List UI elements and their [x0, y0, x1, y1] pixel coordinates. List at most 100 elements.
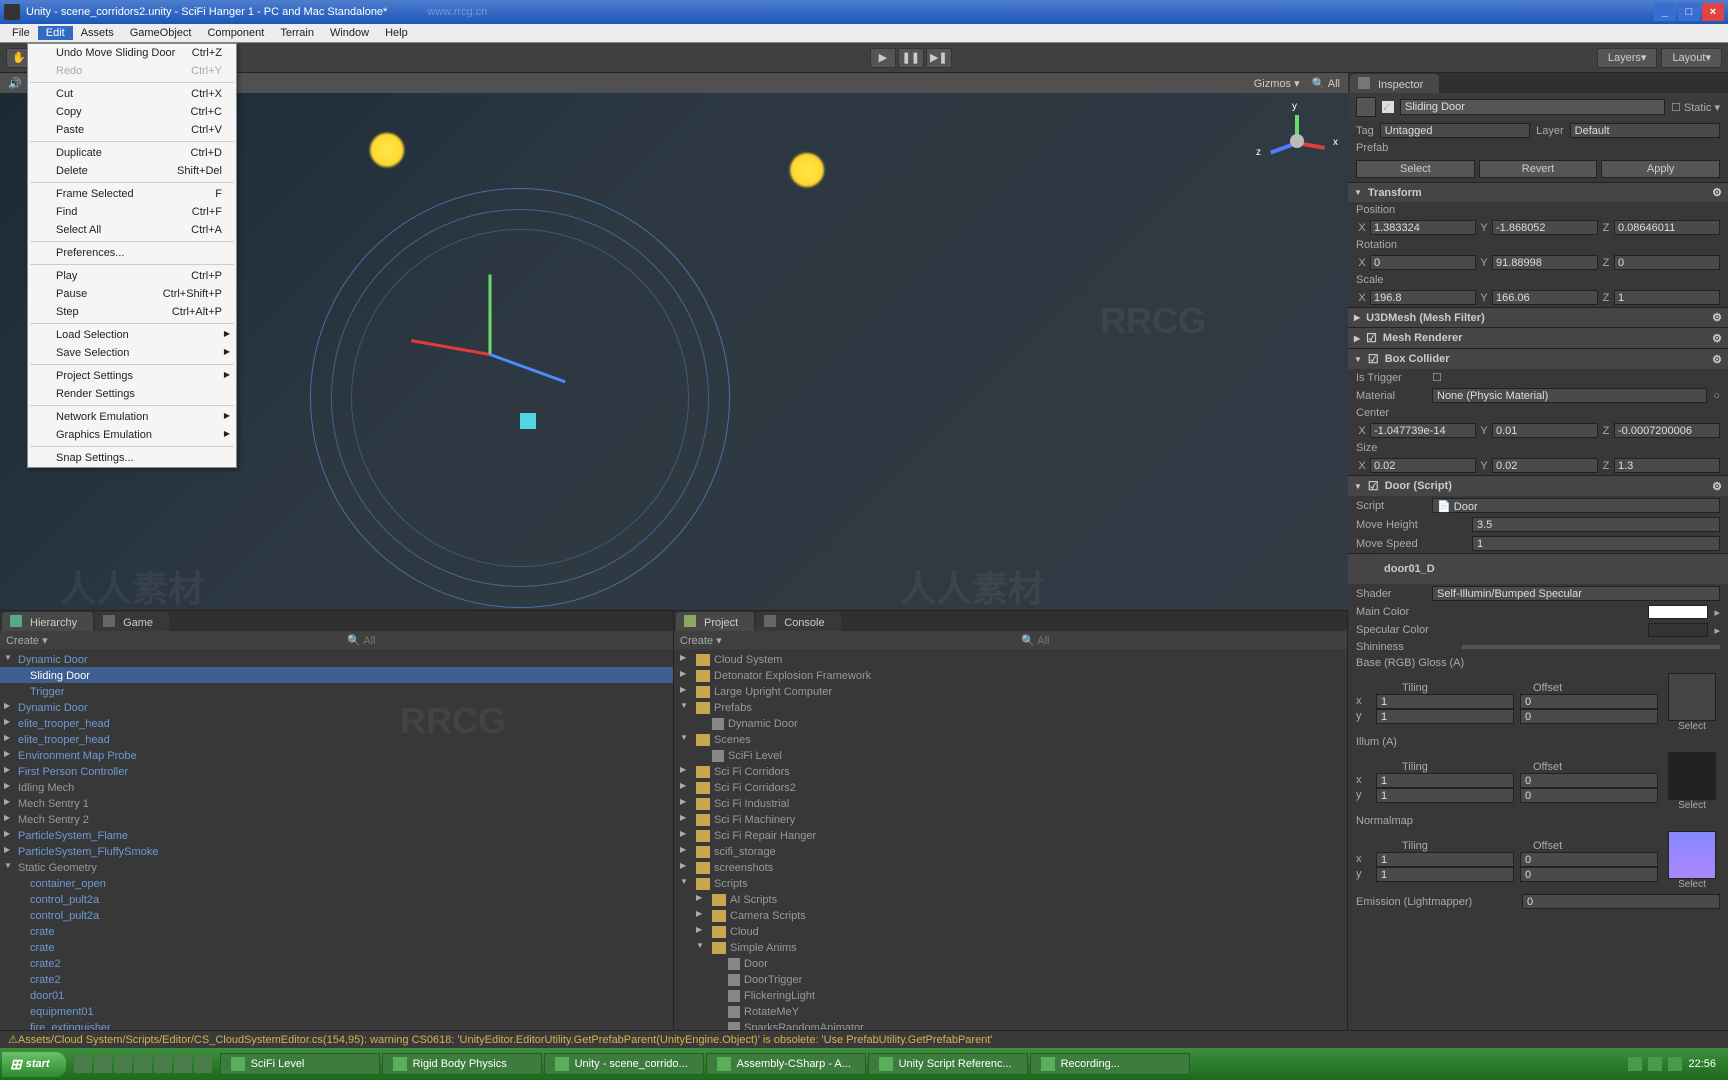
- project-tab[interactable]: Project: [676, 612, 754, 631]
- edit-menu-item[interactable]: CutCtrl+X: [28, 85, 236, 103]
- hierarchy-item[interactable]: ▶Dynamic Door: [0, 699, 673, 715]
- play-button[interactable]: ▶: [870, 48, 896, 68]
- project-item[interactable]: ▶Sci Fi Machinery: [674, 811, 1347, 827]
- edit-menu-item[interactable]: Render Settings: [28, 385, 236, 403]
- hierarchy-item[interactable]: ▶ParticleSystem_Flame: [0, 827, 673, 843]
- size-x[interactable]: 0.02: [1370, 458, 1476, 473]
- offset-y[interactable]: 0: [1520, 709, 1658, 724]
- edit-menu-item[interactable]: Snap Settings...: [28, 449, 236, 467]
- project-item[interactable]: ▶Sci Fi Corridors: [674, 763, 1347, 779]
- center-y[interactable]: 0.01: [1492, 423, 1598, 438]
- project-item[interactable]: SparksRandomAnimator: [674, 1019, 1347, 1030]
- boxcollider-component[interactable]: ▼☑ Box Collider⚙: [1348, 348, 1728, 369]
- task-item[interactable]: Unity Script Referenc...: [868, 1053, 1028, 1075]
- project-item[interactable]: ▶Cloud System: [674, 651, 1347, 667]
- hierarchy-item[interactable]: crate: [0, 939, 673, 955]
- maximize-button[interactable]: □: [1678, 3, 1700, 21]
- layout-dropdown[interactable]: Layout ▾: [1661, 48, 1722, 68]
- qlaunch-icon[interactable]: [74, 1055, 92, 1073]
- edit-menu-item[interactable]: Save Selection: [28, 344, 236, 362]
- maincolor-swatch[interactable]: [1648, 605, 1708, 619]
- project-item[interactable]: ▶screenshots: [674, 859, 1347, 875]
- project-item[interactable]: RotateMeY: [674, 1003, 1347, 1019]
- game-tab[interactable]: Game: [95, 612, 169, 631]
- project-item[interactable]: ▼Prefabs: [674, 699, 1347, 715]
- hierarchy-item[interactable]: crate2: [0, 955, 673, 971]
- edit-menu-item[interactable]: RedoCtrl+Y: [28, 62, 236, 80]
- edit-menu-item[interactable]: Project Settings: [28, 367, 236, 385]
- menu-component[interactable]: Component: [199, 26, 272, 40]
- project-item[interactable]: SciFi Level: [674, 747, 1347, 763]
- center-x[interactable]: -1.047739e-14: [1370, 423, 1476, 438]
- prefab-apply-button[interactable]: Apply: [1601, 160, 1720, 178]
- hierarchy-item[interactable]: ▶Mech Sentry 1: [0, 795, 673, 811]
- moveheight-field[interactable]: 3.5: [1472, 517, 1720, 532]
- project-item[interactable]: ▶AI Scripts: [674, 891, 1347, 907]
- pos-y[interactable]: -1.868052: [1492, 220, 1598, 235]
- hierarchy-item[interactable]: ▶Idling Mech: [0, 779, 673, 795]
- hierarchy-item[interactable]: Sliding Door: [0, 667, 673, 683]
- transform-component[interactable]: ▼Transform⚙: [1348, 182, 1728, 202]
- project-item[interactable]: ▶Camera Scripts: [674, 907, 1347, 923]
- scale-z[interactable]: 1: [1614, 290, 1720, 305]
- scale-y[interactable]: 166.06: [1492, 290, 1598, 305]
- edit-menu-item[interactable]: DuplicateCtrl+D: [28, 144, 236, 162]
- tag-dropdown[interactable]: Untagged: [1380, 123, 1530, 138]
- edit-menu-item[interactable]: CopyCtrl+C: [28, 103, 236, 121]
- audio-icon[interactable]: 🔊: [8, 77, 22, 90]
- qlaunch-icon[interactable]: [94, 1055, 112, 1073]
- tiling-x[interactable]: 1: [1376, 694, 1514, 709]
- offset-x[interactable]: 0: [1520, 694, 1658, 709]
- project-item[interactable]: ▶Cloud: [674, 923, 1347, 939]
- tray-icon[interactable]: [1648, 1057, 1662, 1071]
- project-item[interactable]: ▼Simple Anims: [674, 939, 1347, 955]
- minimize-button[interactable]: _: [1654, 3, 1676, 21]
- illum-texture-slot[interactable]: [1668, 752, 1716, 800]
- hierarchy-item[interactable]: control_pult2a: [0, 891, 673, 907]
- hierarchy-item[interactable]: ▶Mech Sentry 2: [0, 811, 673, 827]
- project-item[interactable]: ▼Scenes: [674, 731, 1347, 747]
- console-tab[interactable]: Console: [756, 612, 840, 631]
- project-item[interactable]: FlickeringLight: [674, 987, 1347, 1003]
- project-item[interactable]: ▶scifi_storage: [674, 843, 1347, 859]
- texture-slot[interactable]: [1668, 673, 1716, 721]
- project-item[interactable]: ▶Sci Fi Corridors2: [674, 779, 1347, 795]
- edit-menu-item[interactable]: Graphics Emulation: [28, 426, 236, 444]
- pos-z[interactable]: 0.08646011: [1614, 220, 1720, 235]
- hierarchy-item[interactable]: Trigger: [0, 683, 673, 699]
- prefab-revert-button[interactable]: Revert: [1479, 160, 1598, 178]
- hierarchy-item[interactable]: equipment01: [0, 1003, 673, 1019]
- edit-menu-item[interactable]: Preferences...: [28, 244, 236, 262]
- edit-menu-item[interactable]: DeleteShift+Del: [28, 162, 236, 180]
- static-checkbox[interactable]: ☐ Static ▾: [1671, 101, 1720, 114]
- hierarchy-item[interactable]: ▶Environment Map Probe: [0, 747, 673, 763]
- center-z[interactable]: -0.0007200006: [1614, 423, 1720, 438]
- edit-menu-item[interactable]: Select AllCtrl+A: [28, 221, 236, 239]
- tray-icon[interactable]: [1668, 1057, 1682, 1071]
- material-header[interactable]: door01_D: [1348, 553, 1728, 584]
- task-item[interactable]: Rigid Body Physics: [382, 1053, 542, 1075]
- menu-file[interactable]: File: [4, 26, 38, 40]
- hierarchy-item[interactable]: ▶First Person Controller: [0, 763, 673, 779]
- hierarchy-item[interactable]: container_open: [0, 875, 673, 891]
- gizmos-toggle[interactable]: Gizmos ▾: [1254, 77, 1300, 90]
- script-field[interactable]: 📄 Door: [1432, 498, 1720, 513]
- task-item[interactable]: Unity - scene_corrido...: [544, 1053, 704, 1075]
- rot-y[interactable]: 91.88998: [1492, 255, 1598, 270]
- project-search[interactable]: 🔍 All: [730, 634, 1341, 647]
- search-all[interactable]: 🔍 All: [1312, 77, 1340, 90]
- hierarchy-item[interactable]: ▶elite_trooper_head: [0, 731, 673, 747]
- qlaunch-icon[interactable]: [194, 1055, 212, 1073]
- task-item[interactable]: Recording...: [1030, 1053, 1190, 1075]
- hierarchy-item[interactable]: door01: [0, 987, 673, 1003]
- hierarchy-tab[interactable]: Hierarchy: [2, 612, 93, 631]
- layer-dropdown[interactable]: Default: [1570, 123, 1720, 138]
- task-item[interactable]: Assembly-CSharp - A...: [706, 1053, 866, 1075]
- project-item[interactable]: ▼Scripts: [674, 875, 1347, 891]
- size-z[interactable]: 1.3: [1614, 458, 1720, 473]
- speccolor-swatch[interactable]: [1648, 623, 1708, 637]
- hierarchy-item[interactable]: ▶elite_trooper_head: [0, 715, 673, 731]
- edit-menu-item[interactable]: PasteCtrl+V: [28, 121, 236, 139]
- menu-window[interactable]: Window: [322, 26, 377, 40]
- edit-menu-item[interactable]: Load Selection: [28, 326, 236, 344]
